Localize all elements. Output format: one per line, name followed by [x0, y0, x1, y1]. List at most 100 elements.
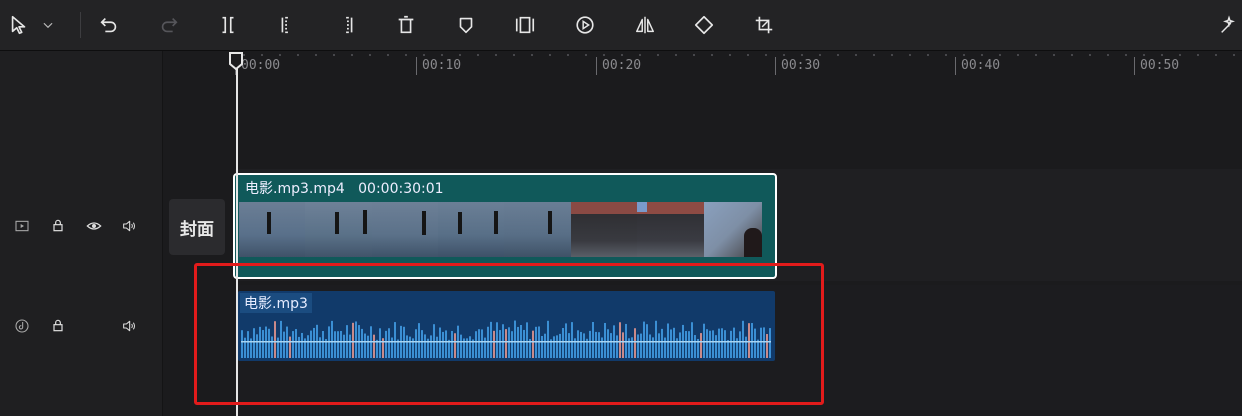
- speaker-icon: [123, 220, 135, 232]
- ruler-label: 00:40: [961, 58, 1001, 73]
- audio-track-mute-button[interactable]: [118, 315, 140, 337]
- video-thumbnails: [239, 202, 763, 257]
- speaker-icon: [123, 320, 135, 332]
- lock-icon: [53, 219, 63, 232]
- ruler-dot: [459, 54, 461, 56]
- video-thumbnail: [637, 202, 704, 257]
- ruler-dot: [495, 54, 497, 56]
- ruler-dot: [585, 54, 587, 56]
- video-track-type: [11, 215, 33, 237]
- ruler-dot: [297, 54, 299, 56]
- ruler-dot: [1053, 54, 1055, 56]
- playhead-handle[interactable]: [228, 52, 244, 70]
- video-thumbnail: [438, 202, 505, 257]
- video-clip-label: 电影.mp3.mp4 00:00:30:01: [245, 178, 444, 198]
- undo-button[interactable]: [94, 10, 124, 40]
- ruler-label: 00:50: [1140, 58, 1180, 73]
- audio-track-lock-button[interactable]: [47, 315, 69, 337]
- ruler-dot: [333, 54, 335, 56]
- ruler-dot: [423, 54, 425, 56]
- ruler-dot: [999, 54, 1001, 56]
- rotate-icon: [694, 15, 714, 35]
- crop-icon: [755, 16, 773, 34]
- ruler-dot: [621, 54, 623, 56]
- ruler-dot: [369, 54, 371, 56]
- ruler-dot: [981, 54, 983, 56]
- video-track-icon: [15, 220, 29, 232]
- audio-track-highlight-box: [194, 263, 824, 405]
- reverse-play-icon: [576, 16, 594, 34]
- ruler-dot: [567, 54, 569, 56]
- video-thumbnail: [504, 202, 571, 257]
- ruler-dot: [675, 54, 677, 56]
- ruler-dot: [765, 54, 767, 56]
- ruler-dot: [747, 54, 749, 56]
- ruler-dot: [945, 54, 947, 56]
- ruler-dot: [1125, 54, 1127, 56]
- delete-button[interactable]: [391, 10, 421, 40]
- video-track-visibility-button[interactable]: [83, 215, 105, 237]
- ruler-dot: [1233, 54, 1235, 56]
- redo-button[interactable]: [154, 10, 184, 40]
- ruler-dot: [1143, 54, 1145, 56]
- split-icon: [222, 16, 234, 34]
- ruler-dot: [549, 54, 551, 56]
- ruler-dot: [1035, 54, 1037, 56]
- video-clip-name: 电影.mp3.mp4: [245, 181, 345, 197]
- marker-icon: [459, 17, 473, 34]
- ruler-dot: [693, 54, 695, 56]
- video-clip-duration: 00:00:30:01: [358, 181, 444, 197]
- ruler-dot: [315, 54, 317, 56]
- ruler-dot: [819, 54, 821, 56]
- ruler-dot: [639, 54, 641, 56]
- ruler-dot: [1215, 54, 1217, 56]
- time-ruler[interactable]: 00:00 00:10 00:20 00:30 00:40 00:50: [163, 51, 1242, 79]
- ruler-tick: [416, 57, 417, 75]
- video-thumbnail: [239, 202, 306, 257]
- select-tool-button[interactable]: [4, 10, 34, 40]
- select-tool-dropdown[interactable]: [38, 10, 58, 40]
- ruler-dot: [261, 54, 263, 56]
- ruler-dot: [1089, 54, 1091, 56]
- freeze-frame-icon: [515, 16, 535, 34]
- marker-button[interactable]: [451, 10, 481, 40]
- rotate-button[interactable]: [689, 10, 719, 40]
- ruler-dot: [711, 54, 713, 56]
- ruler-dot: [603, 54, 605, 56]
- split-right-button[interactable]: [332, 10, 362, 40]
- ruler-dot: [801, 54, 803, 56]
- ruler-tick: [1134, 57, 1135, 75]
- cover-button[interactable]: 封面: [169, 199, 225, 255]
- split-left-button[interactable]: [272, 10, 302, 40]
- ruler-dot: [1107, 54, 1109, 56]
- video-track-lock-button[interactable]: [47, 215, 69, 237]
- chevron-down-icon: [43, 22, 53, 29]
- ruler-label: 00:20: [602, 58, 642, 73]
- ruler-dot: [1161, 54, 1163, 56]
- ruler-dot: [441, 54, 443, 56]
- video-track-mute-button[interactable]: [118, 215, 140, 237]
- ruler-dot: [1179, 54, 1181, 56]
- mirror-icon: [636, 16, 654, 34]
- ruler-dot: [657, 54, 659, 56]
- ruler-dot: [387, 54, 389, 56]
- smart-tool-button[interactable]: [1214, 10, 1242, 40]
- mirror-button[interactable]: [630, 10, 660, 40]
- redo-icon: [161, 17, 178, 33]
- ruler-dot: [909, 54, 911, 56]
- ruler-tick: [596, 57, 597, 75]
- video-thumbnail: [305, 202, 372, 257]
- ruler-tick: [775, 57, 776, 75]
- freeze-frame-button[interactable]: [510, 10, 540, 40]
- ruler-dot: [513, 54, 515, 56]
- audio-track-type: [11, 315, 33, 337]
- video-thumbnail: [570, 202, 638, 257]
- pointer-icon: [11, 15, 26, 35]
- magic-icon: [1221, 15, 1235, 33]
- reverse-play-button[interactable]: [570, 10, 600, 40]
- ruler-dot: [351, 54, 353, 56]
- video-thumbnail: [703, 202, 763, 257]
- split-button[interactable]: [213, 10, 243, 40]
- crop-button[interactable]: [749, 10, 779, 40]
- ruler-dot: [405, 54, 407, 56]
